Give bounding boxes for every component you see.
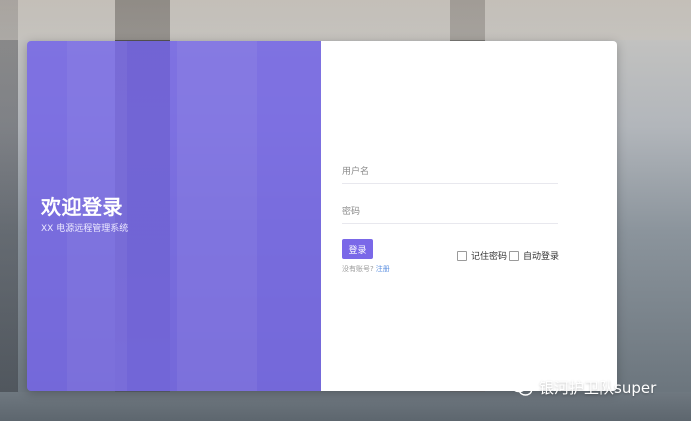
background-top bbox=[0, 0, 691, 40]
no-account-text: 没有账号? bbox=[342, 265, 374, 273]
system-subtitle: XX 电源远程管理系统 bbox=[41, 224, 129, 234]
auto-login-label: 自动登录 bbox=[523, 252, 560, 262]
login-button[interactable]: 登录 bbox=[342, 239, 373, 259]
remember-password-label: 记住密码 bbox=[471, 252, 508, 262]
auto-login-checkbox[interactable]: 自动登录 bbox=[509, 249, 559, 262]
login-form: 登录 记住密码 自动登录 没有账号?注册 bbox=[321, 41, 617, 391]
login-panel: 欢迎登录 XX 电源远程管理系统 登录 记住密码 自动登录 没有账号?注册 bbox=[27, 41, 617, 391]
username-input[interactable] bbox=[342, 161, 558, 184]
welcome-title: 欢迎登录 bbox=[41, 195, 123, 219]
checkbox-icon[interactable] bbox=[457, 250, 467, 261]
remember-password-checkbox[interactable]: 记住密码 bbox=[457, 249, 507, 262]
register-prompt: 没有账号? 注册 bbox=[342, 264, 390, 274]
watermark-text: 银河护卫队super bbox=[539, 379, 657, 397]
checkbox-icon[interactable] bbox=[509, 250, 519, 261]
register-link[interactable]: 注册 bbox=[376, 265, 390, 273]
password-input[interactable] bbox=[342, 201, 558, 224]
wechat-icon bbox=[511, 379, 533, 396]
watermark: 银河护卫队super bbox=[511, 377, 656, 398]
welcome-panel: 欢迎登录 XX 电源远程管理系统 bbox=[27, 41, 321, 391]
